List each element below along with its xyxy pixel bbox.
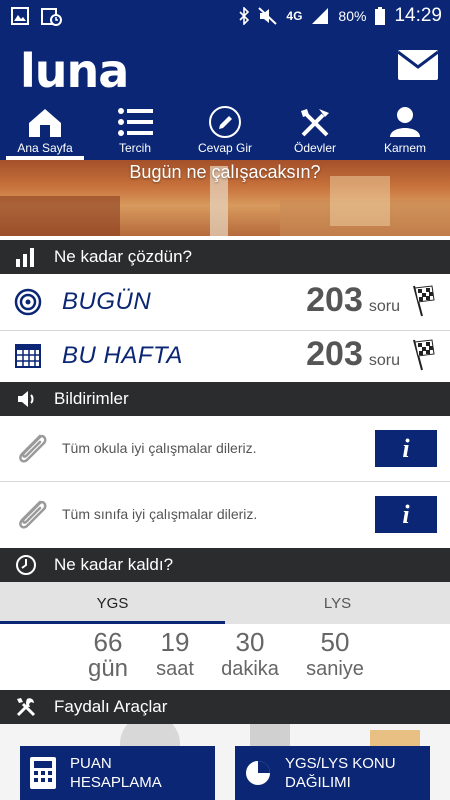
target-icon	[14, 288, 42, 316]
stat-label: BUGÜN	[62, 288, 152, 315]
tab-karnem[interactable]: Karnem	[360, 104, 450, 160]
gallery-icon	[11, 7, 29, 25]
section-title: Ne kadar çözdün?	[54, 247, 192, 266]
clock-icon	[16, 555, 36, 575]
info-button[interactable]: i	[375, 430, 437, 467]
notifications-section-header: Bildirimler	[0, 382, 450, 416]
checkered-flag-icon	[413, 285, 435, 317]
section-title: Bildirimler	[54, 389, 129, 408]
bar-chart-icon	[16, 248, 34, 267]
calendar-clock-icon	[41, 8, 62, 26]
motivation-banner[interactable]: Bugün ne çalışacaksın?	[0, 160, 450, 236]
section-title: Ne kadar kaldı?	[54, 555, 174, 574]
app-logo: luna	[20, 44, 129, 98]
tab-label: Cevap Gir	[197, 141, 253, 155]
notification-item: Tüm sınıfa iyi çalışmalar dileriz. i	[0, 482, 450, 546]
button-line2: HESAPLAMA	[70, 774, 162, 791]
button-line1: YGS/LYS KONU	[285, 755, 396, 772]
countdown-minutes: 30 dakika	[218, 628, 282, 682]
countdown-seconds: 50 saniye	[302, 628, 368, 682]
notification-text: Tüm sınıfa iyi çalışmalar dileriz.	[62, 506, 258, 522]
calendar-grid-icon	[15, 344, 41, 368]
main-tabs: Ana Sayfa Tercih Cevap Gir Ödevler Karne…	[0, 104, 450, 160]
stat-label: BU HAFTA	[62, 342, 183, 369]
countdown-unit: saat	[156, 658, 194, 680]
wrench-icon	[16, 698, 36, 717]
tab-label: Karnem	[383, 141, 427, 155]
tab-label: Tercih	[118, 141, 151, 155]
clock: 14:29	[394, 5, 442, 26]
topic-distribution-button[interactable]: YGS/LYS KONU DAĞILIMI	[235, 746, 430, 800]
mail-icon[interactable]	[398, 50, 438, 80]
countdown-tabs: YGS LYS	[0, 582, 450, 624]
calculator-icon	[30, 757, 56, 789]
countdown-unit: saniye	[306, 658, 364, 680]
battery-icon	[375, 7, 386, 25]
info-button[interactable]: i	[375, 496, 437, 533]
tab-label: Ödevler	[293, 141, 337, 155]
stat-unit: soru	[368, 298, 400, 315]
stat-today: BUGÜN 203 soru	[0, 274, 450, 330]
status-bar: 4G 80% 14:29	[0, 0, 450, 32]
stat-count: 203	[306, 335, 363, 373]
countdown-number: 19	[160, 627, 190, 657]
stat-unit: soru	[368, 352, 400, 369]
button-line2: DAĞILIMI	[285, 774, 351, 791]
app-header: luna Ana Sayfa Tercih Cevap Gir Ödevler …	[0, 32, 450, 160]
paperclip-icon	[19, 434, 47, 463]
notification-item: Tüm okula iyi çalışmalar dileriz. i	[0, 416, 450, 480]
countdown-section-header: Ne kadar kaldı?	[0, 548, 450, 582]
tab-label: Ana Sayfa	[17, 141, 73, 155]
tab-lys[interactable]: LYS	[225, 582, 450, 624]
countdown-unit: gün	[87, 655, 129, 682]
banner-text: Bugün ne çalışacaksın?	[129, 162, 321, 182]
tab-cevap-gir[interactable]: Cevap Gir	[180, 104, 270, 160]
tab-odevler[interactable]: Ödevler	[270, 104, 360, 160]
tab-tercih[interactable]: Tercih	[90, 104, 180, 160]
countdown-number: 50	[320, 627, 350, 657]
stat-week: BU HAFTA 203 soru	[0, 328, 450, 384]
list-icon	[118, 108, 153, 136]
countdown-number: 66	[93, 627, 123, 657]
tools-section-header: Faydalı Araçlar	[0, 690, 450, 724]
countdown-hours: 19 saat	[150, 628, 200, 682]
countdown-values: 66 gün 19 saat 30 dakika 50 saniye	[0, 624, 450, 690]
stat-count: 203	[306, 281, 363, 319]
paperclip-icon	[19, 500, 47, 529]
home-icon	[29, 109, 61, 137]
bluetooth-icon	[239, 7, 250, 25]
score-calculation-button[interactable]: PUAN HESAPLAMA	[20, 746, 215, 800]
countdown-number: 30	[235, 627, 265, 657]
network-type: 4G	[286, 9, 303, 23]
button-line1: PUAN	[70, 755, 112, 772]
countdown-unit: dakika	[221, 658, 279, 680]
tools-icon	[301, 109, 329, 137]
speaker-icon	[18, 391, 34, 407]
section-title: Faydalı Araçlar	[54, 697, 168, 716]
tab-ygs[interactable]: YGS	[0, 582, 225, 624]
notification-text: Tüm okula iyi çalışmalar dileriz.	[62, 440, 257, 456]
person-icon	[390, 107, 420, 137]
battery-percent: 80%	[338, 8, 367, 24]
pencil-icon	[209, 106, 241, 138]
tab-ana-sayfa[interactable]: Ana Sayfa	[0, 104, 90, 160]
checkered-flag-icon	[413, 339, 435, 371]
countdown-days: 66 gün	[84, 628, 132, 682]
mute-icon	[258, 7, 278, 25]
pie-chart-icon	[246, 761, 270, 785]
solved-section-header: Ne kadar çözdün?	[0, 240, 450, 274]
signal-icon	[312, 8, 329, 24]
